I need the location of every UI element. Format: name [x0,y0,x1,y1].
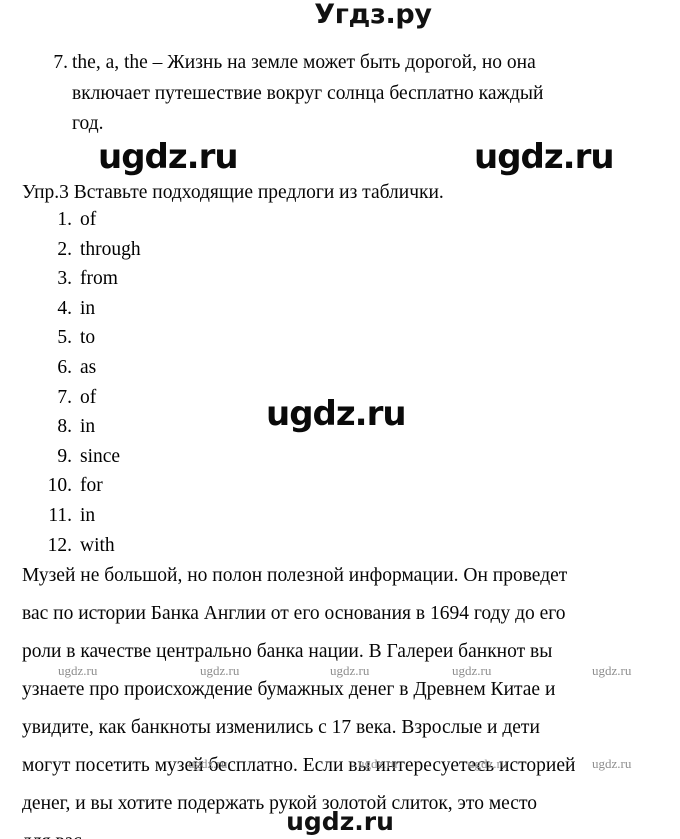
list-item: 10. for [42,471,342,501]
list-item-answer: for [80,475,103,497]
watermark-large-left: ugdz.ru [98,137,239,177]
list-item-number: 12. [47,534,72,556]
list-item-number: 11. [48,504,72,526]
watermark-large-right: ugdz.ru [474,137,615,177]
list-item-answer: since [80,445,121,467]
list-item-answer: to [80,327,96,349]
watermark-small: ugdz.ru [452,663,492,678]
list-item: 6. as [42,353,342,383]
watermark-small: ugdz.ru [188,756,228,771]
list-item: 1. of [42,205,342,235]
closing-paragraph: Музей не большой, но полон полезной инфо… [22,557,662,839]
watermark-large-center: ugdz.ru [266,394,407,434]
list-item-answer: from [80,268,118,290]
page-canvas: Угдз.ру ugdz.ru ugdz.ru 7. the, a, the –… [0,0,680,839]
closing-paragraph-line-6: могут посетить музей бесплатно. Если вы … [22,755,576,776]
watermark-small: ugdz.ru [592,663,632,678]
exercise-heading: Упр.3 Вставьте подходящие предлоги из та… [22,182,444,203]
list-item: 3. from [42,264,342,294]
list-item-answer: in [80,297,96,319]
list-item-number: 4. [57,297,72,319]
list-item-answer: through [80,238,141,260]
list-item: 2. through [42,235,342,265]
list-item: 4. in [42,294,342,324]
list-item-answer: with [80,534,115,556]
list-item-number: 8. [57,416,72,438]
answer-item-7-line-2: включает путешествие вокруг солнца беспл… [72,82,544,104]
answer-item-7-line-1: the, a, the – Жизнь на земле может быть … [72,52,536,73]
site-logo: Угдз.ру [314,0,432,30]
list-item: 11. in [42,501,342,531]
closing-paragraph-line-5: увидите, как банкноты изменились с 17 ве… [22,717,540,738]
answer-item-7: 7. the, a, the – Жизнь на земле может бы… [42,48,668,140]
list-item-answer: of [80,386,97,408]
list-item-number: 7. [57,386,72,408]
watermark-bottom: ugdz.ru [286,807,394,836]
list-item-number: 9. [57,445,72,467]
list-item-number: 3. [57,268,72,290]
list-item-number: 10. [47,475,72,497]
answer-list: 1. of 2. through 3. from 4. in 5. to 6. … [42,205,342,560]
list-item-number: 5. [57,327,72,349]
closing-paragraph-line-1: Музей не большой, но полон полезной инфо… [22,565,568,586]
answer-item-7-number: 7. [53,52,68,73]
list-item-number: 6. [57,356,72,378]
watermark-small: ugdz.ru [200,663,240,678]
watermark-small: ugdz.ru [592,756,632,771]
list-item: 12. with [42,531,342,561]
list-item-answer: as [80,356,97,378]
list-item-number: 1. [57,209,72,230]
watermark-small: ugdz.ru [468,756,508,771]
answer-item-7-line-3: год. [72,113,104,134]
watermark-small: ugdz.ru [330,663,370,678]
list-item-number: 2. [57,238,72,260]
closing-paragraph-line-2: вас по истории Банка Англии от его основ… [22,603,566,624]
watermark-small: ugdz.ru [358,756,398,771]
watermark-small: ugdz.ru [58,663,98,678]
list-item: 5. to [42,323,342,353]
list-item-answer: in [80,504,96,526]
list-item-answer: in [80,416,96,438]
list-item: 9. since [42,442,342,472]
list-item-answer: of [80,209,97,230]
